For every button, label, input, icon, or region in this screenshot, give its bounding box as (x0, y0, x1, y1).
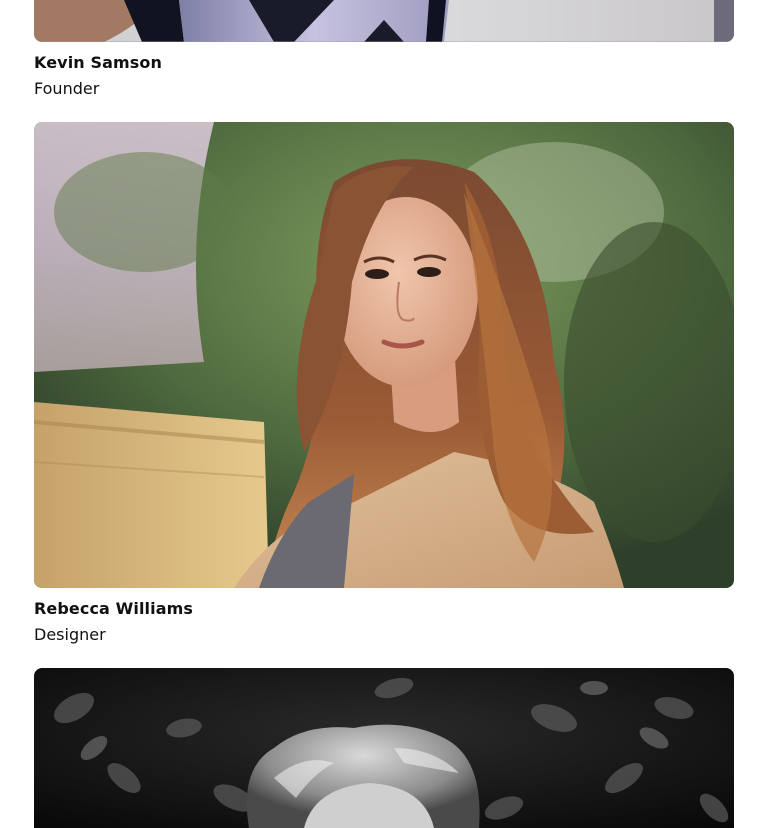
team-member-card: Rebecca Williams Designer (34, 122, 734, 645)
team-member-role: Designer (34, 625, 106, 644)
team-member-photo (34, 122, 734, 588)
team-member-card (34, 668, 734, 828)
team-member-name: Rebecca Williams (34, 599, 193, 618)
team-member-name: Kevin Samson (34, 53, 162, 72)
team-member-role: Founder (34, 79, 100, 98)
team-member-card: Kevin Samson Founder (34, 0, 734, 99)
team-member-photo (34, 668, 734, 828)
team-list: Kevin Samson Founder Rebecca Williams De… (34, 0, 734, 828)
team-member-photo (34, 0, 734, 42)
